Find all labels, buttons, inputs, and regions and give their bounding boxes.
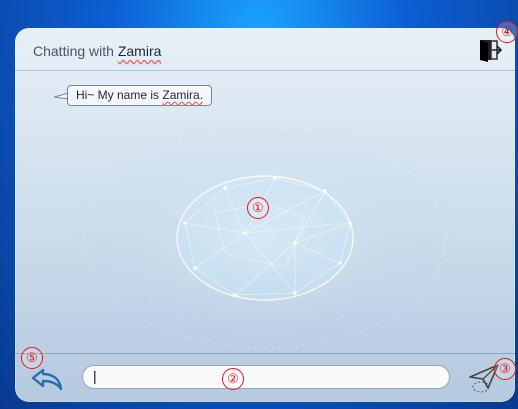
message-name: Zamira. (162, 88, 204, 102)
footer-divider (15, 353, 515, 354)
exit-door-icon[interactable] (477, 37, 503, 63)
title-name: Zamira (117, 43, 162, 59)
marker-2: ② (222, 368, 244, 390)
marker-3: ③ (494, 358, 516, 380)
chat-title: Chatting with Zamira (33, 43, 161, 59)
chat-window: Chatting with Zamira Hi~ My name is Zami… (15, 28, 515, 402)
marker-4: ④ (496, 21, 518, 43)
title-prefix: Chatting with (33, 43, 114, 59)
message-input[interactable] (82, 365, 450, 389)
text-cursor: | (93, 368, 97, 384)
network-sphere-graphic (70, 113, 460, 363)
marker-5: ⑤ (21, 347, 43, 369)
chat-header: Chatting with Zamira (15, 28, 515, 71)
message-text-prefix: Hi~ My name is (76, 88, 160, 102)
marker-1: ① (247, 197, 269, 219)
